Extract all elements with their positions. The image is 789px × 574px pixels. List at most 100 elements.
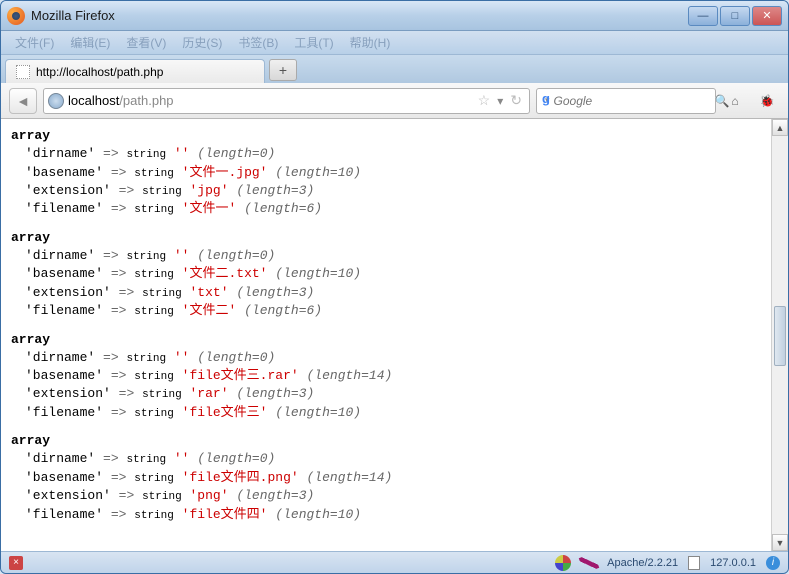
- scroll-track[interactable]: [772, 136, 788, 534]
- array-row: 'dirname' => string '' (length=0): [11, 247, 778, 265]
- row-value: '文件二': [182, 303, 237, 318]
- row-value: 'png': [189, 488, 228, 503]
- row-length: (length=0): [197, 350, 275, 365]
- array-row: 'filename' => string '文件二' (length=6): [11, 302, 778, 320]
- row-type: string: [126, 149, 166, 161]
- home-button[interactable]: ⌂: [722, 88, 748, 114]
- row-key: 'basename': [25, 165, 103, 180]
- apache-feather-icon[interactable]: [579, 552, 600, 573]
- titlebar: Mozilla Firefox — □ ✕: [1, 1, 788, 31]
- bookmark-star-icon[interactable]: ☆: [475, 92, 494, 109]
- statusbar: × Apache/2.2.21 127.0.0.1 i: [1, 551, 788, 573]
- array-row: 'filename' => string 'file文件三' (length=1…: [11, 404, 778, 422]
- address-bar[interactable]: localhost/path.php ☆ ▾ ↻: [43, 88, 530, 114]
- row-length: (length=10): [275, 507, 361, 522]
- row-value: '文件一': [182, 201, 237, 216]
- reload-icon[interactable]: ↻: [507, 92, 525, 109]
- arrow: =>: [119, 285, 135, 300]
- page-status-icon[interactable]: [688, 556, 700, 570]
- tabstrip: http://localhost/path.php +: [1, 55, 788, 83]
- window-title: Mozilla Firefox: [31, 8, 688, 23]
- row-type: string: [142, 389, 182, 401]
- menubar: 文件(F) 编辑(E) 查看(V) 历史(S) 书签(B) 工具(T) 帮助(H…: [1, 31, 788, 55]
- row-type: string: [126, 454, 166, 466]
- nav-toolbar: ◄ localhost/path.php ☆ ▾ ↻ ▾ 🔍 ⌂ 🐞: [1, 83, 788, 119]
- row-value: 'jpg': [189, 183, 228, 198]
- array-header: array: [11, 432, 778, 450]
- array-block: array'dirname' => string '' (length=0)'b…: [11, 229, 778, 321]
- row-length: (length=10): [275, 266, 361, 281]
- menu-history[interactable]: 历史(S): [176, 32, 228, 53]
- close-button[interactable]: ✕: [752, 6, 782, 26]
- arrow: =>: [103, 350, 119, 365]
- row-key: 'filename': [25, 303, 103, 318]
- status-ip: 127.0.0.1: [710, 557, 756, 569]
- row-key: 'dirname': [25, 451, 95, 466]
- array-row: 'basename' => string '文件一.jpg' (length=1…: [11, 164, 778, 182]
- scroll-thumb[interactable]: [774, 306, 786, 366]
- row-type: string: [142, 491, 182, 503]
- array-row: 'filename' => string 'file文件四' (length=1…: [11, 506, 778, 524]
- search-bar[interactable]: ▾ 🔍: [536, 88, 716, 114]
- arrow: =>: [103, 146, 119, 161]
- menu-tools[interactable]: 工具(T): [288, 32, 339, 53]
- array-row: 'dirname' => string '' (length=0): [11, 450, 778, 468]
- new-tab-button[interactable]: +: [269, 59, 297, 81]
- row-length: (length=3): [236, 488, 314, 503]
- scroll-up-button[interactable]: ▲: [772, 119, 788, 136]
- scroll-down-button[interactable]: ▼: [772, 534, 788, 551]
- search-input[interactable]: [554, 94, 711, 108]
- tab-active[interactable]: http://localhost/path.php: [5, 59, 265, 83]
- arrow: =>: [111, 201, 127, 216]
- row-length: (length=10): [275, 405, 361, 420]
- arrow: =>: [111, 165, 127, 180]
- row-length: (length=0): [197, 248, 275, 263]
- row-length: (length=6): [244, 303, 322, 318]
- array-header: array: [11, 229, 778, 247]
- array-block: array'dirname' => string '' (length=0)'b…: [11, 331, 778, 423]
- array-header: array: [11, 127, 778, 145]
- array-block: array'dirname' => string '' (length=0)'b…: [11, 432, 778, 524]
- row-value: 'file文件四': [182, 507, 268, 522]
- menu-help[interactable]: 帮助(H): [344, 32, 397, 53]
- array-block: array'dirname' => string '' (length=0)'b…: [11, 127, 778, 219]
- row-type: string: [134, 269, 174, 281]
- info-icon[interactable]: i: [766, 556, 780, 570]
- row-key: 'dirname': [25, 248, 95, 263]
- minimize-button[interactable]: —: [688, 6, 718, 26]
- row-length: (length=6): [244, 201, 322, 216]
- dropdown-icon[interactable]: ▾: [497, 94, 503, 108]
- array-row: 'extension' => string 'rar' (length=3): [11, 385, 778, 403]
- array-row: 'dirname' => string '' (length=0): [11, 145, 778, 163]
- row-key: 'filename': [25, 507, 103, 522]
- arrow: =>: [119, 488, 135, 503]
- globe-icon: [48, 93, 64, 109]
- menu-view[interactable]: 查看(V): [120, 32, 172, 53]
- row-type: string: [142, 288, 182, 300]
- row-value: '': [174, 451, 190, 466]
- menu-file[interactable]: 文件(F): [9, 32, 60, 53]
- arrow: =>: [111, 470, 127, 485]
- arrow: =>: [111, 303, 127, 318]
- row-type: string: [134, 510, 174, 522]
- arrow: =>: [103, 451, 119, 466]
- tab-title: http://localhost/path.php: [36, 65, 163, 79]
- maximize-button[interactable]: □: [720, 6, 750, 26]
- arrow: =>: [111, 507, 127, 522]
- colorwheel-icon[interactable]: [555, 555, 571, 571]
- row-type: string: [126, 251, 166, 263]
- array-row: 'extension' => string 'png' (length=3): [11, 487, 778, 505]
- back-button[interactable]: ◄: [9, 88, 37, 114]
- menu-bookmarks[interactable]: 书签(B): [232, 32, 284, 53]
- array-row: 'extension' => string 'txt' (length=3): [11, 284, 778, 302]
- menu-edit[interactable]: 编辑(E): [64, 32, 116, 53]
- row-key: 'extension': [25, 285, 111, 300]
- vertical-scrollbar[interactable]: ▲ ▼: [771, 119, 788, 551]
- row-key: 'basename': [25, 266, 103, 281]
- row-value: '文件二.txt': [182, 266, 268, 281]
- firefox-icon: [7, 7, 25, 25]
- array-row: 'dirname' => string '' (length=0): [11, 349, 778, 367]
- firebug-button[interactable]: 🐞: [754, 88, 780, 114]
- statusbar-close-icon[interactable]: ×: [9, 556, 23, 570]
- array-row: 'filename' => string '文件一' (length=6): [11, 200, 778, 218]
